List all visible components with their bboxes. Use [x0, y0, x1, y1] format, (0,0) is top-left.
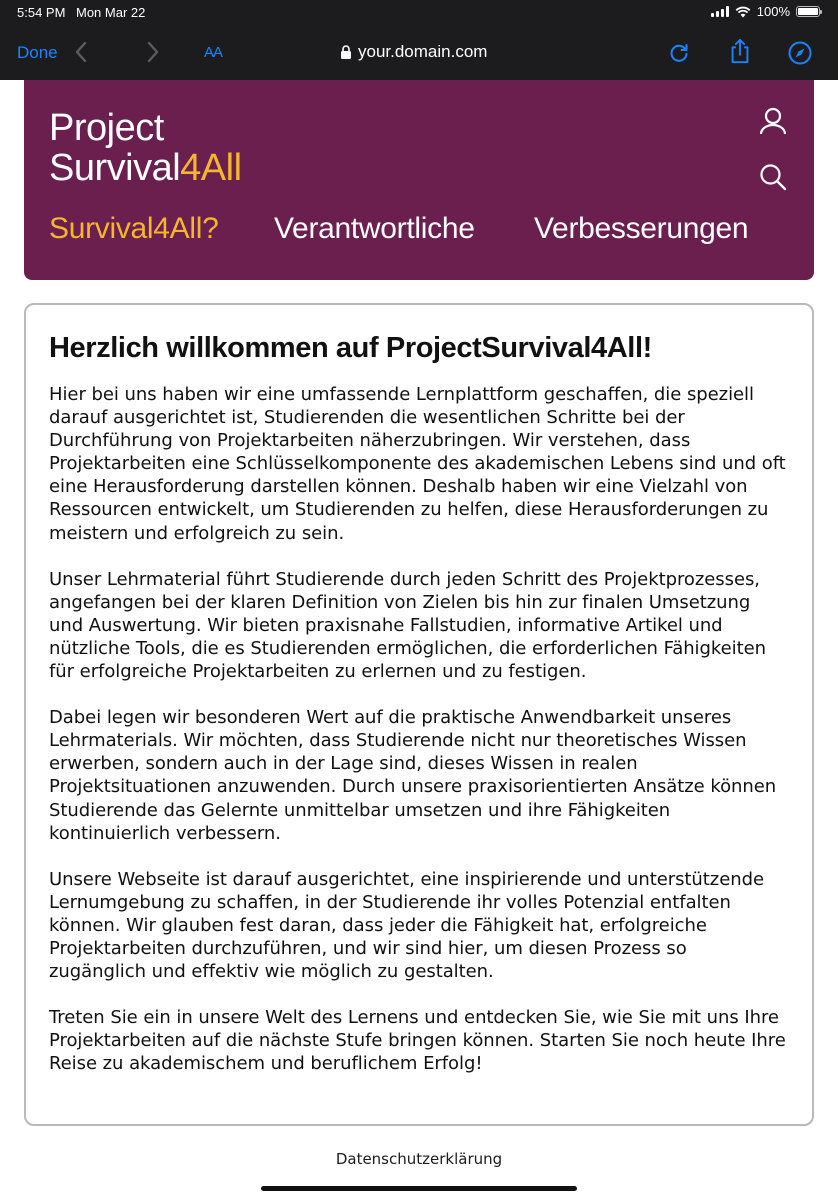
- site-header: Project Survival4All Survival4All? Veran…: [24, 80, 814, 280]
- text-size-label: AA: [204, 44, 223, 61]
- content-card: Herzlich willkommen auf ProjectSurvival4…: [24, 303, 814, 1126]
- paragraph: Treten Sie ein in unsere Welt des Lernen…: [49, 1007, 786, 1075]
- compass-icon[interactable]: [787, 40, 813, 66]
- chevron-left-icon[interactable]: [74, 41, 88, 66]
- done-button[interactable]: Done: [17, 43, 58, 63]
- nav-item-verantwortliche[interactable]: Verantwortliche: [274, 212, 475, 246]
- logo-main: Survival: [49, 147, 181, 189]
- status-date: Mon Mar 22: [76, 5, 146, 20]
- nav-item-survival4all[interactable]: Survival4All?: [49, 212, 219, 246]
- safari-toolbar: Done AA your.domain.com: [0, 30, 838, 76]
- share-icon[interactable]: [727, 38, 753, 64]
- main-nav: Survival4All? Verantwortliche Verbesseru…: [24, 212, 814, 262]
- logo-accent: 4All: [180, 147, 242, 189]
- signal-icon: [710, 6, 729, 17]
- logo-line-2: Survival4All: [49, 148, 242, 188]
- nav-item-verbesserungen[interactable]: Verbesserungen: [534, 212, 749, 246]
- battery-icon: [796, 6, 822, 17]
- browser-chrome: 5:54 PM Mon Mar 22 100% Done AA your.dom…: [0, 0, 838, 80]
- text-size-button[interactable]: AA: [204, 44, 223, 61]
- paragraph: Unsere Webseite ist darauf ausgerichtet,…: [49, 868, 764, 983]
- paragraph: Dabei legen wir besonderen Wert auf die …: [49, 707, 777, 844]
- url-text: your.domain.com: [358, 42, 488, 61]
- lock-icon: [341, 44, 351, 59]
- battery-percent: 100%: [756, 4, 790, 19]
- paragraph: Hier bei uns haben wir eine umfassende L…: [49, 384, 786, 544]
- chevron-right-icon[interactable]: [146, 41, 160, 66]
- privacy-policy-link[interactable]: Datenschutzerklärung: [0, 1150, 838, 1168]
- site-logo[interactable]: Project Survival4All: [49, 108, 242, 188]
- paragraph: Unser Lehrmaterial führt Studierende dur…: [49, 568, 766, 683]
- address-bar[interactable]: your.domain.com: [340, 42, 487, 62]
- user-icon[interactable]: [758, 106, 788, 136]
- status-time: 5:54 PM: [17, 5, 66, 20]
- reload-icon[interactable]: [666, 40, 692, 66]
- wifi-icon: [735, 6, 751, 17]
- search-icon[interactable]: [758, 162, 788, 192]
- home-indicator: [261, 1186, 577, 1191]
- status-bar: 5:54 PM Mon Mar 22 100%: [0, 0, 838, 24]
- page-title: Herzlich willkommen auf ProjectSurvival4…: [49, 332, 652, 364]
- status-indicators: 100%: [710, 4, 822, 19]
- logo-line-1: Project: [49, 107, 164, 149]
